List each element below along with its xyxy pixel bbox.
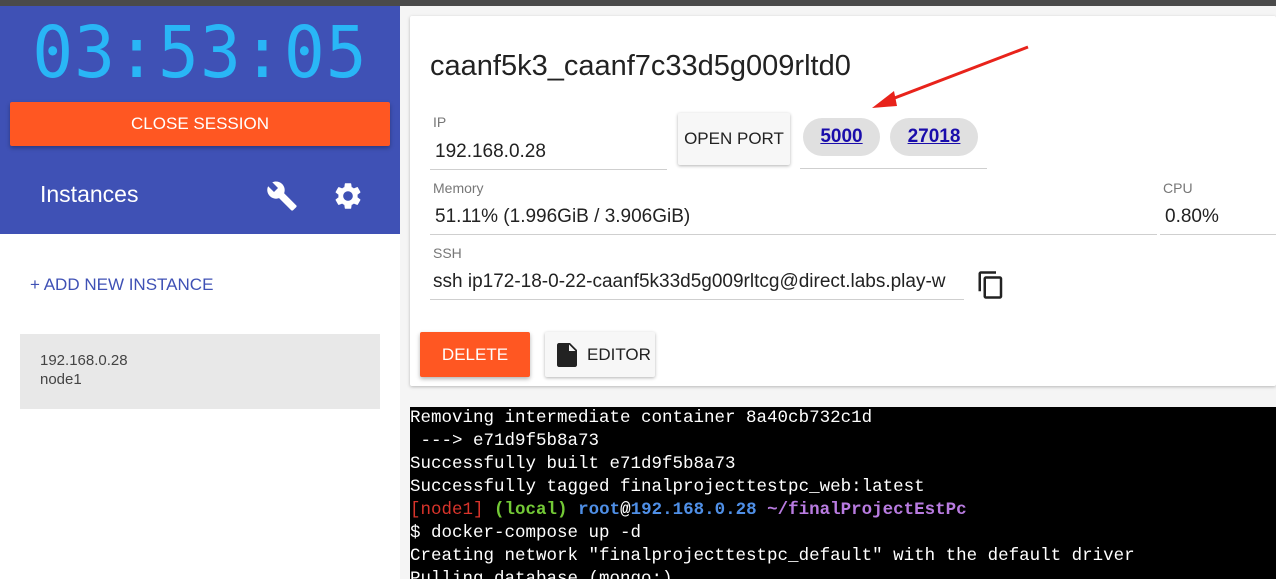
ip-label: IP — [433, 114, 447, 130]
terminal-line: Pulling database (mongo:)... — [410, 569, 705, 579]
delete-instance-button[interactable]: DELETE — [420, 332, 530, 377]
file-icon — [557, 343, 577, 367]
cpu-underline — [1160, 234, 1276, 235]
terminal-line: Removing intermediate container 8a40cb73… — [410, 408, 873, 428]
session-timer: 03:53:05 — [32, 12, 368, 95]
close-session-button[interactable]: CLOSE SESSION — [10, 102, 390, 146]
gear-icon[interactable] — [332, 180, 364, 212]
terminal-command: $ docker-compose up -d — [410, 523, 642, 543]
editor-button-label: EDITOR — [587, 345, 651, 364]
terminal-prompt: [node1] (local) root@192.168.0.28 ~/fina… — [410, 499, 967, 522]
wrench-icon[interactable] — [266, 180, 298, 212]
list-item[interactable]: 192.168.0.28 node1 — [20, 334, 380, 409]
prompt-host: 192.168.0.28 — [630, 500, 757, 520]
instance-ip: 192.168.0.28 — [40, 352, 128, 369]
terminal-line: Creating network "finalprojecttestpc_def… — [410, 546, 1135, 566]
ssh-underline — [430, 299, 964, 300]
add-new-instance-button[interactable]: + ADD NEW INSTANCE — [30, 275, 213, 295]
ssh-label: SSH — [433, 245, 462, 261]
ip-value: 192.168.0.28 — [435, 141, 546, 162]
prompt-node: [node1] — [410, 500, 484, 520]
terminal[interactable]: Removing intermediate container 8a40cb73… — [410, 407, 1276, 579]
open-port-button[interactable]: OPEN PORT — [678, 113, 790, 165]
ports-underline — [800, 168, 987, 169]
memory-value: 51.11% (1.996GiB / 3.906GiB) — [435, 206, 691, 227]
copy-icon[interactable] — [976, 270, 1006, 300]
prompt-user: root — [578, 500, 621, 520]
annotation-arrow — [872, 45, 1029, 108]
terminal-line: Successfully built e71d9f5b8a73 — [410, 454, 736, 474]
port-chip-27018[interactable]: 27018 — [890, 118, 978, 156]
instance-details-card: caanf5k3_caanf7c33d5g009rltd0 IP 192.168… — [410, 16, 1276, 386]
ip-underline — [430, 169, 667, 170]
instance-title: caanf5k3_caanf7c33d5g009rltd0 — [430, 50, 851, 82]
sidebar: 03:53:05 CLOSE SESSION Instances + ADD N… — [0, 6, 400, 579]
sidebar-header: 03:53:05 CLOSE SESSION Instances — [0, 6, 400, 234]
instances-heading: Instances — [40, 181, 139, 207]
terminal-line: Successfully tagged finalprojecttestpc_w… — [410, 477, 925, 497]
instance-name: node1 — [40, 371, 82, 388]
memory-underline — [430, 234, 1157, 235]
prompt-local: (local) — [494, 500, 568, 520]
cpu-value: 0.80% — [1165, 206, 1219, 227]
prompt-path: ~/finalProjectEstPc — [767, 500, 967, 520]
prompt-at: @ — [620, 500, 631, 520]
ssh-command[interactable]: ssh ip172-18-0-22-caanf5k33d5g009rltcg@d… — [433, 271, 964, 293]
port-chip-5000[interactable]: 5000 — [803, 118, 880, 156]
editor-button[interactable]: EDITOR — [545, 332, 655, 377]
cpu-label: CPU — [1163, 180, 1193, 196]
memory-label: Memory — [433, 180, 484, 196]
terminal-line: ---> e71d9f5b8a73 — [410, 431, 600, 451]
